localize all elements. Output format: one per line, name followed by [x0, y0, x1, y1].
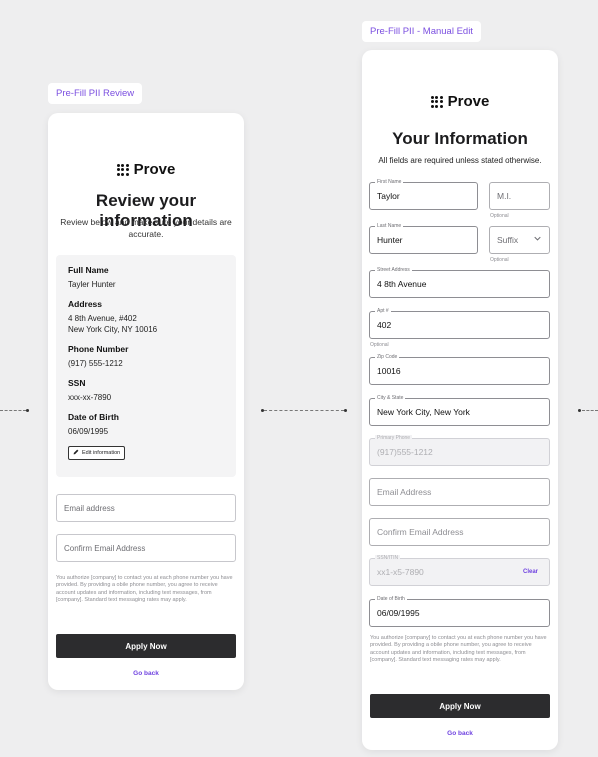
- go-back-link[interactable]: Go back: [362, 730, 558, 737]
- address-line-1: 4 8th Avenue, #402: [68, 314, 137, 323]
- email-placeholder: Email Address: [377, 487, 432, 497]
- zip-code-value: 10016: [377, 366, 401, 376]
- ssn-itin-label: SSN/ITIN: [375, 555, 401, 562]
- apt-value: 402: [377, 320, 392, 330]
- city-state-label: City & State: [375, 395, 406, 402]
- suffix-optional-hint: Optional: [490, 257, 509, 263]
- brand-name: Prove: [447, 93, 490, 110]
- address-value: 4 8th Avenue, #402 New York City, NY 100…: [68, 313, 224, 335]
- full-name-value: Tayler Hunter: [68, 280, 116, 289]
- email-input[interactable]: Email Address: [369, 478, 550, 506]
- dob-value: 06/09/1995: [68, 427, 109, 436]
- page-subtitle: All fields are required unless stated ot…: [378, 156, 542, 165]
- pencil-icon: [73, 449, 79, 457]
- flow-connector-dot: [344, 409, 347, 412]
- consent-disclaimer: You authorize [company] to contact you a…: [370, 635, 547, 663]
- first-name-label: First Name: [375, 179, 404, 186]
- screen-label-review: Pre-Fill PII Review: [48, 83, 143, 104]
- edit-information-button[interactable]: Edit information: [68, 446, 126, 460]
- flow-connector-middle: [264, 410, 344, 411]
- info-summary-panel: Full Name Tayler Hunter Address 4 8th Av…: [56, 255, 236, 477]
- last-name-value: Hunter: [377, 235, 403, 245]
- brand-name: Prove: [133, 161, 176, 178]
- zip-code-field[interactable]: Zip Code 10016: [369, 354, 550, 385]
- apply-now-button[interactable]: Apply Now: [370, 694, 550, 718]
- city-state-field[interactable]: City & State New York City, New York: [369, 395, 550, 426]
- date-of-birth-value: 06/09/1995: [377, 608, 420, 618]
- flow-connector-dot: [578, 409, 581, 412]
- manual-edit-screen: Prove Your Information All fields are re…: [362, 50, 558, 750]
- phone-label: Phone Number: [68, 344, 129, 354]
- full-name-label: Full Name: [68, 265, 109, 275]
- street-address-label: Street Address: [375, 267, 412, 274]
- dob-label: Date of Birth: [68, 412, 119, 422]
- chevron-down-icon: [534, 236, 541, 243]
- apt-optional-hint: Optional: [370, 342, 389, 348]
- email-input[interactable]: Email address: [56, 494, 236, 522]
- apt-field[interactable]: Apt # 402: [369, 308, 550, 339]
- flow-connector-dot: [26, 409, 29, 412]
- phone-value: (917) 555-1212: [68, 359, 123, 368]
- consent-disclaimer: You authorize [company] to contact you a…: [56, 575, 233, 603]
- address-line-2: New York City, NY 10016: [68, 325, 158, 334]
- middle-initial-optional-hint: Optional: [490, 213, 509, 219]
- ssn-itin-field[interactable]: SSN/ITIN xx1-x5-7890 Clear: [369, 555, 550, 586]
- primary-phone-label: Primary Phone: [375, 435, 413, 442]
- flow-connector-left: [0, 410, 26, 411]
- flow-connector-right: [582, 410, 598, 411]
- address-label: Address: [68, 299, 103, 309]
- first-name-field[interactable]: First Name Taylor: [369, 179, 478, 210]
- brand-logo: Prove: [362, 93, 558, 110]
- primary-phone-value: (917)555-1212: [377, 447, 433, 457]
- date-of-birth-field[interactable]: Date of Birth 06/09/1995: [369, 596, 550, 627]
- date-of-birth-label: Date of Birth: [375, 596, 407, 603]
- prove-dots-icon: [116, 163, 129, 176]
- first-name-value: Taylor: [377, 191, 400, 201]
- ssn-label: SSN: [68, 378, 86, 388]
- zip-code-label: Zip Code: [375, 354, 400, 361]
- brand-logo: Prove: [48, 161, 244, 178]
- confirm-email-input[interactable]: Confirm Email Address: [369, 518, 550, 546]
- city-state-value: New York City, New York: [377, 407, 470, 417]
- middle-initial-field[interactable]: M.I.: [489, 182, 550, 210]
- street-address-field[interactable]: Street Address 4 8th Avenue: [369, 267, 550, 298]
- middle-initial-placeholder: M.I.: [497, 191, 512, 201]
- page-title: Your Information: [392, 129, 528, 148]
- last-name-label: Last Name: [375, 223, 404, 230]
- edit-information-label: Edit information: [82, 450, 121, 456]
- review-screen: Prove Review your information Review bel…: [48, 113, 244, 690]
- suffix-select[interactable]: Suffix: [489, 226, 550, 254]
- clear-ssn-button[interactable]: Clear: [523, 569, 538, 575]
- ssn-itin-value: xx1-x5-7890: [377, 567, 424, 577]
- confirm-email-placeholder: Confirm Email Address: [377, 527, 464, 537]
- ssn-value: xxx-xx-7890: [68, 393, 112, 402]
- go-back-link[interactable]: Go back: [48, 670, 244, 677]
- street-address-value: 4 8th Avenue: [377, 279, 427, 289]
- confirm-email-input[interactable]: Confirm Email Address: [56, 534, 236, 562]
- primary-phone-field: Primary Phone (917)555-1212: [369, 435, 550, 466]
- apt-label: Apt #: [375, 308, 391, 315]
- apply-now-button[interactable]: Apply Now: [56, 634, 236, 658]
- suffix-placeholder: Suffix: [497, 235, 519, 245]
- page-subtitle: Review below and make sure your details …: [60, 217, 232, 239]
- last-name-field[interactable]: Last Name Hunter: [369, 223, 478, 254]
- screen-label-manual-edit: Pre-Fill PII - Manual Edit: [362, 21, 481, 42]
- prove-dots-icon: [430, 95, 443, 108]
